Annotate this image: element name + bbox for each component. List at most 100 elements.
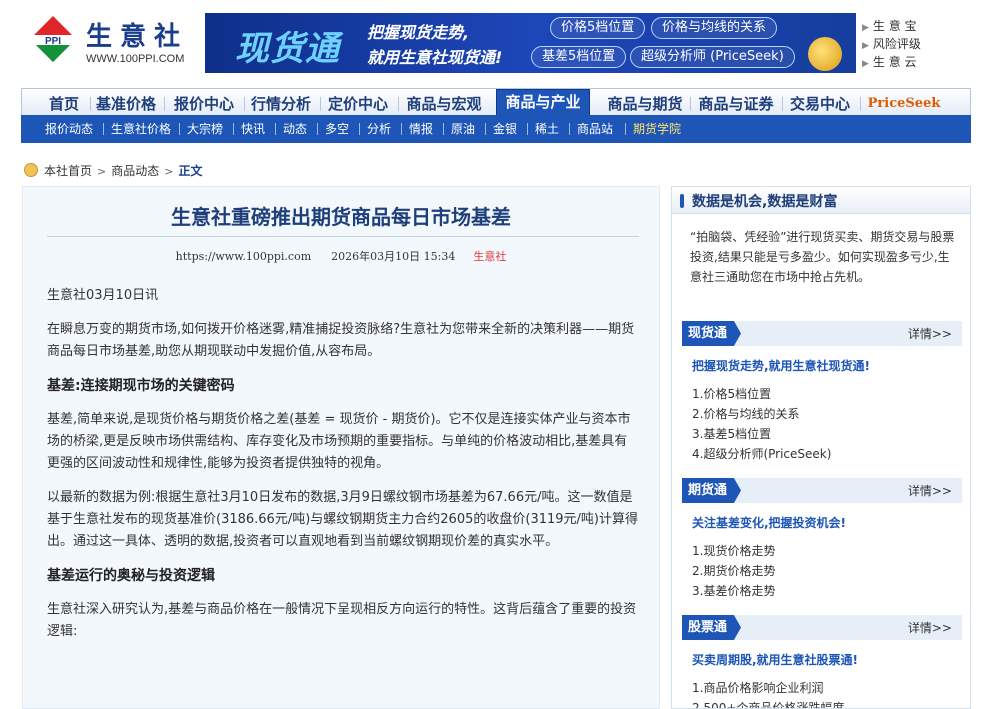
subnav-divider xyxy=(569,123,570,135)
product-section-qihuotong: 期货通 详情>> 关注基差变化,把握投资机会! 1.现货价格走势 2.期货价格走… xyxy=(682,478,962,601)
nav-divider xyxy=(90,97,91,111)
quick-link-label: 生 意 云 xyxy=(872,55,917,69)
nav-divider xyxy=(320,97,321,111)
list-item[interactable]: 1.现货价格走势 xyxy=(692,541,962,561)
nav-home[interactable]: 首页 xyxy=(42,92,86,116)
subnav-gold-silver[interactable]: 金银 xyxy=(493,121,517,137)
subnav-flash[interactable]: 快讯 xyxy=(241,121,265,137)
article-url[interactable]: https://www.100ppi.com xyxy=(176,250,311,263)
quick-link-risk-rating[interactable]: ▶ 风险评级 xyxy=(862,36,921,54)
brand-url[interactable]: WWW.100PPI.COM xyxy=(86,53,184,65)
details-link[interactable]: 详情>> xyxy=(908,482,952,499)
nav-commodity-industry[interactable]: 商品与产业 xyxy=(496,89,590,116)
list-item[interactable]: 4.超级分析师(PriceSeek) xyxy=(692,444,962,464)
banner-product: 现货通 xyxy=(235,29,340,69)
banner-pill-basis5[interactable]: 基差5档位置 xyxy=(531,46,627,68)
section-slogan[interactable]: 关注基差变化,把握投资机会! xyxy=(692,515,962,531)
article-dateline: 生意社03月10日讯 xyxy=(47,288,159,303)
subnav-divider xyxy=(233,123,234,135)
banner-pill-ma[interactable]: 价格与均线的关系 xyxy=(651,17,778,39)
list-item[interactable]: 1.商品价格影响企业利润 xyxy=(692,678,962,698)
chevron-right-icon: > xyxy=(97,165,107,178)
article-paragraph: 在瞬息万变的期货市场,如何拨开价格迷雾,精准捕捉投资脉络?生意社为您带来全新的决… xyxy=(47,322,635,359)
subnav-commodity-station[interactable]: 商品站 xyxy=(577,121,613,137)
list-item[interactable]: 2.500+个商品价格涨跌幅度 xyxy=(692,698,962,708)
details-link[interactable]: 详情>> xyxy=(908,325,952,342)
quick-link-label: 风险评级 xyxy=(872,37,921,51)
section-header: 现货通 详情>> xyxy=(682,321,962,346)
subnav-quote-news[interactable]: 报价动态 xyxy=(45,121,93,137)
sidebar-panel: 数据是机会,数据是财富 “拍脑袋、凭经验”进行现货买卖、期货交易与股票投资,结果… xyxy=(671,186,971,709)
nav-market-analysis[interactable]: 行情分析 xyxy=(248,92,314,116)
banner-pill-price5[interactable]: 价格5档位置 xyxy=(550,17,646,39)
nav-commodity-futures[interactable]: 商品与期货 xyxy=(602,92,688,116)
nav-quote-center[interactable]: 报价中心 xyxy=(170,92,238,116)
product-section-xianhuotong: 现货通 详情>> 把握现货走势,就用生意社现货通! 1.价格5档位置 2.价格与… xyxy=(682,321,962,464)
article-paragraph: 以最新的数据为例:根据生意社3月10日发布的数据,3月9日螺纹钢市场基差为67.… xyxy=(47,490,638,549)
site-header: PPI 生意社 WWW.100PPI.COM 现货通 把握现货走势, 就用生意社… xyxy=(0,0,996,86)
subnav-divider xyxy=(485,123,486,135)
xianhuotong-banner[interactable]: 现货通 把握现货走势, 就用生意社现货通! 价格5档位置 价格与均线的关系 基差… xyxy=(205,13,856,73)
subnav-dynamics[interactable]: 动态 xyxy=(283,121,307,137)
list-item[interactable]: 1.价格5档位置 xyxy=(692,384,962,404)
banner-slogan-line1: 把握现货走势, xyxy=(367,23,470,42)
article-paragraph: 基差,简单来说,是现货价格与期货价格之差(基差 = 现货价 - 期货价)。它不仅… xyxy=(47,412,631,471)
subnav-divider xyxy=(103,123,104,135)
list-item[interactable]: 3.基差价格走势 xyxy=(692,581,962,601)
article-date: 2026年03月10日 15:34 xyxy=(331,250,456,263)
article-body: 生意社03月10日讯 在瞬息万变的期货市场,如何拨开价格迷雾,精准捕捉投资脉络?… xyxy=(47,285,639,655)
sidebar-title: 数据是机会,数据是财富 xyxy=(692,194,838,210)
breadcrumb-section[interactable]: 商品动态 xyxy=(111,164,159,178)
article-title: 生意社重磅推出期货商品每日市场基差 xyxy=(171,205,511,229)
feature-list: 1.现货价格走势 2.期货价格走势 3.基差价格走势 xyxy=(692,541,962,601)
subnav-divider xyxy=(317,123,318,135)
quick-links: ▶ 生 意 宝 ▶ 风险评级 ▶ 生 意 云 xyxy=(862,18,921,72)
nav-commodity-macro[interactable]: 商品与宏观 xyxy=(402,92,486,116)
list-item[interactable]: 3.基差5档位置 xyxy=(692,424,962,444)
subnav-divider xyxy=(401,123,402,135)
quick-link-shengyibao[interactable]: ▶ 生 意 宝 xyxy=(862,18,921,36)
subnav-rare-earth[interactable]: 稀土 xyxy=(535,121,559,137)
brand-name[interactable]: 生意社 xyxy=(86,16,188,53)
breadcrumb-home[interactable]: 本社首页 xyxy=(44,164,92,178)
subnav-bulk-ranking[interactable]: 大宗榜 xyxy=(187,121,223,137)
location-icon xyxy=(24,163,38,177)
title-divider xyxy=(47,236,639,237)
banner-slogan-line2: 就用生意社现货通! xyxy=(367,48,503,67)
breadcrumb: 本社首页 > 商品动态 > 正文 xyxy=(24,162,202,180)
subnav-crude-oil[interactable]: 原油 xyxy=(451,121,475,137)
banner-pill-priceseek[interactable]: 超级分析师 (PriceSeek) xyxy=(630,46,795,68)
nav-trading-center[interactable]: 交易中心 xyxy=(786,92,854,116)
sidebar-header: 数据是机会,数据是财富 xyxy=(672,187,970,214)
nav-commodity-securities[interactable]: 商品与证券 xyxy=(694,92,778,116)
header-accent-bar xyxy=(680,194,684,208)
article-source[interactable]: 生意社 xyxy=(473,250,506,263)
article-meta: https://www.100ppi.com 2026年03月10日 15:34 生… xyxy=(23,248,659,264)
quick-link-shengyiyun[interactable]: ▶ 生 意 云 xyxy=(862,54,921,72)
section-tag[interactable]: 股票通 xyxy=(682,615,742,640)
section-tag[interactable]: 现货通 xyxy=(682,321,742,346)
list-item[interactable]: 2.期货价格走势 xyxy=(692,561,962,581)
subnav-long-short[interactable]: 多空 xyxy=(325,121,349,137)
chevron-right-icon: > xyxy=(164,165,174,178)
details-link[interactable]: 详情>> xyxy=(908,619,952,636)
section-slogan[interactable]: 把握现货走势,就用生意社现货通! xyxy=(692,358,962,374)
subnav-intelligence[interactable]: 情报 xyxy=(409,121,433,137)
article-subheading: 基差运行的奥秘与投资逻辑 xyxy=(47,568,215,584)
section-slogan[interactable]: 买卖周期股,就用生意社股票通! xyxy=(692,652,962,668)
nav-pricing-center[interactable]: 定价中心 xyxy=(324,92,392,116)
coin-icon xyxy=(808,37,842,71)
nav-benchmark-price[interactable]: 基准价格 xyxy=(94,92,158,116)
section-tag[interactable]: 期货通 xyxy=(682,478,742,503)
nav-divider xyxy=(398,97,399,111)
nav-divider xyxy=(164,97,165,111)
subnav-analysis[interactable]: 分析 xyxy=(367,121,391,137)
subnav-futures-academy[interactable]: 期货学院 xyxy=(633,121,681,137)
nav-priceseek[interactable]: PriceSeek xyxy=(864,92,944,116)
list-item[interactable]: 2.价格与均线的关系 xyxy=(692,404,962,424)
ppi-logo[interactable]: PPI xyxy=(28,14,78,64)
triangle-right-icon: ▶ xyxy=(862,23,869,33)
nav-divider xyxy=(860,97,861,111)
nav-divider xyxy=(782,97,783,111)
subnav-100ppi-price[interactable]: 生意社价格 xyxy=(111,121,171,137)
